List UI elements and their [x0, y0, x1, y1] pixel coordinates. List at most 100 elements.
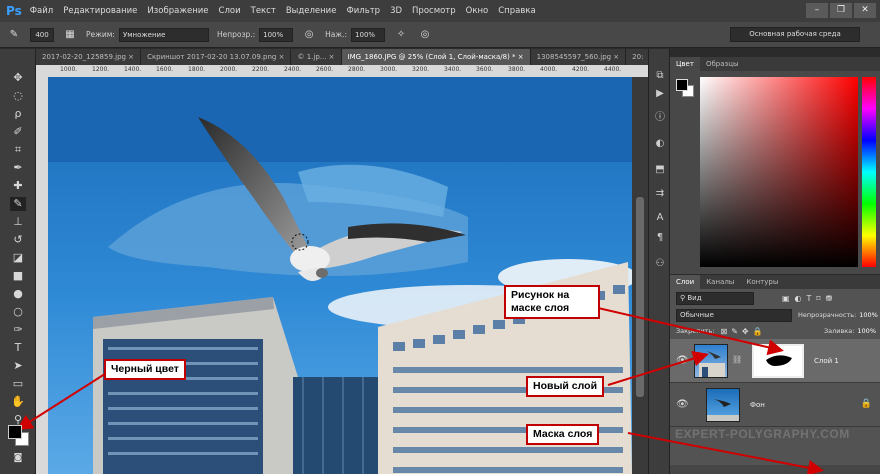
layer-thumbnail[interactable] [706, 388, 740, 422]
info-panel-icon[interactable]: ⓘ [653, 111, 667, 125]
layer-name[interactable]: Фон [750, 401, 765, 409]
eraser-tool-icon[interactable]: ◪ [10, 251, 26, 265]
layer-thumbnail-image [699, 351, 725, 377]
pressure-input[interactable]: 100% [351, 27, 386, 42]
path-select-tool-icon[interactable]: ➤ [10, 359, 26, 373]
brush-size-picker[interactable]: 400 [30, 27, 54, 42]
menu-filter[interactable]: Фильтр [346, 6, 380, 16]
menu-type[interactable]: Текст [251, 6, 276, 16]
quick-select-tool-icon[interactable]: ✐ [10, 125, 26, 139]
hand-tool-icon[interactable]: ✋ [10, 395, 26, 409]
close-icon[interactable]: ✕ [854, 3, 876, 18]
tab-doc-active[interactable]: IMG_1860.JPG @ 25% (Слой 1, Слой-маска/8… [341, 49, 531, 65]
blend-mode-select[interactable]: Обычные [676, 308, 792, 322]
menu-help[interactable]: Справка [498, 6, 535, 16]
character-panel-icon[interactable]: A [653, 211, 667, 225]
tab-layers[interactable]: Слои [670, 275, 701, 289]
mask-link-icon[interactable]: ⛓ [732, 355, 742, 364]
tab-paths[interactable]: Контуры [740, 275, 784, 289]
restore-icon[interactable]: ❐ [830, 3, 852, 18]
dodge-tool-icon[interactable]: ○ [10, 305, 26, 319]
color-picker-field[interactable] [700, 77, 858, 267]
brush-tool-preset-icon[interactable]: ✎ [6, 27, 22, 43]
menu-image[interactable]: Изображение [147, 6, 208, 16]
menu-bar: Ps Файл Редактирование Изображение Слои … [0, 0, 880, 22]
pressure-opacity-icon[interactable]: ◎ [301, 27, 317, 43]
actions-panel-icon[interactable]: ▶ [653, 87, 667, 101]
tab-doc-6[interactable]: 20: [626, 49, 648, 65]
watermark: EXPERT-POLYGRAPHY.COM [675, 427, 850, 441]
crop-tool-icon[interactable]: ⌗ [10, 143, 26, 157]
adjustments-panel-icon[interactable]: ◐ [653, 137, 667, 151]
opacity-input[interactable]: 100% [259, 27, 294, 42]
minimize-icon[interactable]: – [806, 3, 828, 18]
layer-fill-value[interactable]: 100% [857, 327, 876, 335]
tab-color[interactable]: Цвет [670, 57, 700, 71]
menu-layers[interactable]: Слои [219, 6, 241, 16]
brush-tool-icon[interactable]: ✎ [10, 197, 26, 211]
lock-icons[interactable]: ⊠✎✥🔒 [720, 327, 766, 336]
mode-select[interactable]: Умножение [118, 27, 209, 42]
layer-name[interactable]: Слой 1 [814, 357, 839, 365]
visibility-eye-icon[interactable]: 👁 [676, 399, 689, 410]
foreground-color-swatch[interactable] [8, 425, 22, 439]
clone-stamp-tool-icon[interactable]: ⊥ [10, 215, 26, 229]
color-panel-tabs: Цвет Образцы [670, 57, 880, 71]
shape-tool-icon[interactable]: ▭ [10, 377, 26, 391]
brush-panel-icon[interactable]: ▦ [62, 27, 78, 43]
menu-select[interactable]: Выделение [286, 6, 337, 16]
tab-doc-2[interactable]: Скриншот 2017-02-20 13.07.09.png × [141, 49, 292, 65]
layer-opacity-value[interactable]: 100% [859, 311, 878, 319]
brush-presets-icon[interactable]: ⇉ [653, 187, 667, 201]
layer-filter-icons[interactable]: ▣◐T⌑⛃ [782, 294, 837, 303]
visibility-eye-icon[interactable]: 👁 [676, 355, 689, 366]
hue-slider[interactable] [862, 77, 876, 267]
tab-channels[interactable]: Каналы [700, 275, 740, 289]
history-panel-icon[interactable]: ⧉ [653, 69, 667, 83]
fill-label: Заливка: [823, 327, 855, 335]
type-tool-icon[interactable]: T [10, 341, 26, 355]
pen-tool-icon[interactable]: ✑ [10, 323, 26, 337]
layer-row-layer1[interactable]: 👁 ⛓ Слой 1 [670, 339, 880, 383]
document-canvas[interactable] [48, 77, 632, 474]
layer-thumbnail-image [707, 399, 739, 421]
move-tool-icon[interactable]: ✥ [10, 71, 26, 85]
photoshop-logo: Ps [6, 4, 22, 18]
lasso-tool-icon[interactable]: ρ [10, 107, 26, 121]
quick-mask-icon[interactable]: ◙ [10, 451, 26, 465]
workspace-select[interactable]: Основная рабочая среда [730, 27, 860, 42]
blur-tool-icon[interactable]: ● [10, 287, 26, 301]
layer-thumbnail[interactable] [694, 344, 728, 378]
layer-row-background[interactable]: 👁 Фон 🔒 [670, 383, 880, 427]
clone-source-icon[interactable]: ⚇ [653, 257, 667, 271]
callout-mask-drawing: Рисунок на маске слоя [504, 285, 600, 319]
marquee-tool-icon[interactable]: ◌ [10, 89, 26, 103]
menu-window[interactable]: Окно [466, 6, 489, 16]
layer-mask-thumbnail[interactable] [752, 344, 804, 378]
ruler-tick: 1200. [92, 66, 110, 73]
tab-doc-5[interactable]: 1308545597_560.jpg × [530, 49, 627, 65]
styles-panel-icon[interactable]: ⬒ [653, 163, 667, 177]
paragraph-panel-icon[interactable]: ¶ [653, 231, 667, 245]
healing-brush-tool-icon[interactable]: ✚ [10, 179, 26, 193]
layer-filter-select[interactable]: ⚲ Вид [676, 291, 754, 305]
menu-edit[interactable]: Редактирование [63, 6, 137, 16]
color-panel-fg-bg[interactable] [676, 79, 696, 99]
history-brush-tool-icon[interactable]: ↺ [10, 233, 26, 247]
eyedropper-tool-icon[interactable]: ✒ [10, 161, 26, 175]
scrollbar-thumb[interactable] [636, 197, 644, 397]
pressure-size-icon[interactable]: ◎ [417, 27, 433, 43]
airbrush-icon[interactable]: ✧ [393, 27, 409, 43]
ruler-tick: 3400. [444, 66, 462, 73]
tab-doc-1[interactable]: 2017-02-20_125859.jpg × [36, 49, 142, 65]
horizontal-ruler: 1000. 1200. 1400. 1600. 1800. 2000. 2200… [36, 65, 648, 77]
tab-doc-3[interactable]: © 1.jp... × [291, 49, 342, 65]
vertical-scrollbar[interactable] [632, 77, 648, 474]
menu-view[interactable]: Просмотр [412, 6, 456, 16]
ruler-tick: 3800. [508, 66, 526, 73]
gradient-tool-icon[interactable]: ■ [10, 269, 26, 283]
tab-swatches[interactable]: Образцы [700, 57, 745, 71]
menu-file[interactable]: Файл [30, 6, 53, 16]
ruler-tick: 2400. [284, 66, 302, 73]
menu-3d[interactable]: 3D [390, 6, 402, 16]
